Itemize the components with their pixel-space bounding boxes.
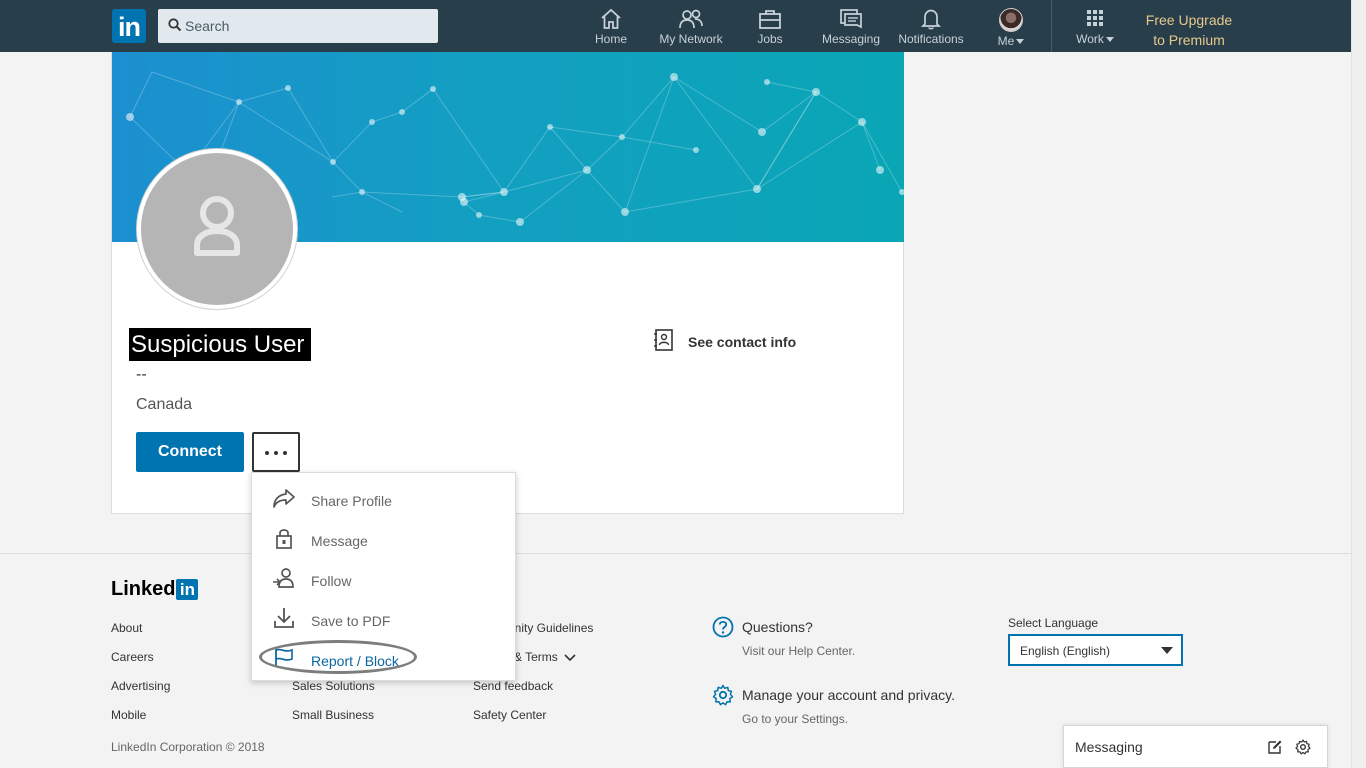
caret-down-icon [1161,647,1173,654]
copyright-text: LinkedIn Corporation © 2018 [111,740,265,754]
nav-messaging-label: Messaging [821,32,881,46]
follow-icon [273,568,294,588]
footer-logo: Linked in [111,578,199,601]
nav-messaging[interactable]: Messaging [820,8,882,50]
share-icon [273,489,295,508]
manage-account-heading: Manage your account and privacy. [742,687,955,703]
messaging-icon [840,9,862,29]
footer-link-mobile[interactable]: Mobile [111,708,146,722]
language-select[interactable]: English (English) [1008,634,1183,666]
footer-link-small-business[interactable]: Small Business [292,708,374,722]
nav-my-network-label: My Network [659,32,723,46]
gear-icon[interactable] [1295,739,1311,755]
profile-photo-placeholder[interactable] [137,149,297,309]
settings-gear-icon [712,684,734,706]
person-icon [194,196,240,256]
help-center-link[interactable]: Visit our Help Center. [742,644,855,658]
footer-link-safety-center[interactable]: Safety Center [473,708,546,722]
more-actions-dropdown: Share Profile Message Follow Save to PDF… [251,472,516,681]
nav-me[interactable]: Me [994,8,1028,50]
menu-item-follow[interactable]: Follow [252,557,515,597]
menu-item-save-to-pdf[interactable]: Save to PDF [252,597,515,637]
bell-icon [920,9,942,30]
footer-link-about[interactable]: About [111,621,142,635]
compose-icon[interactable] [1267,739,1283,755]
profile-headline: -- [136,366,147,383]
grid-icon [1087,10,1103,26]
footer-link-careers[interactable]: Careers [111,650,154,664]
chevron-down-icon [564,654,576,661]
nav-me-label: Me [994,34,1028,48]
messaging-overlay-bar[interactable]: Messaging [1063,725,1328,768]
language-select-value: English (English) [1020,644,1111,658]
avatar [999,8,1023,32]
footer-link-advertising[interactable]: Advertising [111,679,170,693]
menu-item-label: Message [311,533,368,549]
menu-item-label: Share Profile [311,493,392,509]
question-circle-icon [712,616,734,638]
highlight-ellipse-annotation [259,640,417,674]
language-label: Select Language [1008,616,1099,630]
contact-card-icon [654,329,673,351]
network-icon [679,9,703,29]
profile-name: Suspicious User [129,328,312,361]
footer-link-privacy-terms[interactable]: & Terms [514,650,576,664]
nav-notifications-label: Notifications [898,32,964,46]
menu-item-label: Follow [311,573,352,589]
profile-location: Canada [136,396,193,413]
nav-notifications[interactable]: Notifications [895,8,967,50]
nav-home-label: Home [594,32,627,46]
search-box[interactable] [158,9,438,43]
messaging-overlay-label: Messaging [1075,739,1143,755]
ellipsis-icon [265,451,269,455]
briefcase-icon [759,10,781,29]
search-icon [168,18,182,32]
nav-home[interactable]: Home [591,8,631,50]
menu-item-label: Save to PDF [311,613,391,629]
footer-divider [0,553,1351,554]
download-icon [274,608,294,628]
vertical-scrollbar[interactable] [1351,0,1366,768]
home-icon [601,8,621,29]
nav-divider [1051,0,1052,52]
premium-upgrade-link[interactable]: Free Upgrade to Premium [1130,10,1248,50]
menu-item-share-profile[interactable]: Share Profile [252,477,515,517]
premium-line-1: Free Upgrade [1145,12,1233,28]
profile-card: Suspicious User -- Canada Connect See co… [111,52,904,514]
more-actions-button[interactable] [252,432,300,472]
nav-jobs[interactable]: Jobs [752,8,788,50]
lock-icon [276,529,292,549]
nav-jobs-label: Jobs [757,32,783,46]
caret-down-icon [1016,39,1025,45]
footer-link-send-feedback[interactable]: Send feedback [473,679,553,693]
nav-my-network[interactable]: My Network [656,8,726,50]
caret-down-icon [1105,37,1114,43]
premium-line-2: to Premium [1153,32,1225,48]
menu-item-message[interactable]: Message [252,517,515,557]
search-input[interactable] [185,9,430,43]
footer-link-community-guidelines[interactable]: unity Guidelines [508,621,593,635]
settings-link[interactable]: Go to your Settings. [742,712,848,726]
nav-work[interactable]: Work [1072,8,1118,50]
contact-info-label: See contact info [688,334,797,350]
connect-button[interactable]: Connect [136,432,244,472]
footer-link-sales-solutions[interactable]: Sales Solutions [292,679,375,693]
linkedin-logo[interactable]: in [112,9,146,43]
questions-heading: Questions? [742,619,813,635]
top-navigation-bar: in Home My Network Jobs Messaging Notifi… [0,0,1351,52]
nav-work-label: Work [1072,32,1118,46]
